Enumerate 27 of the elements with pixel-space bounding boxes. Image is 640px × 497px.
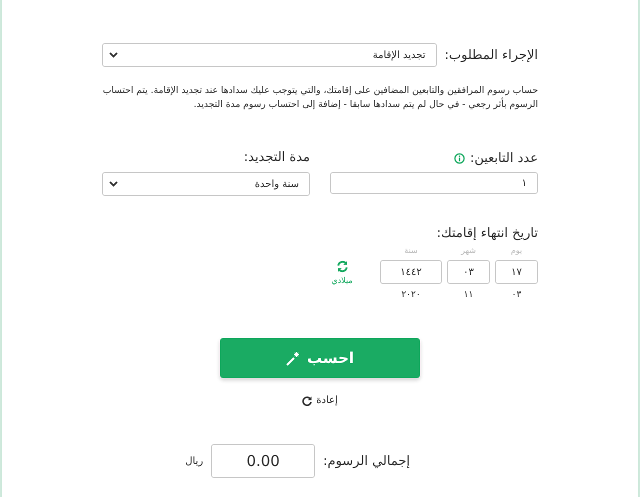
refresh-icon[interactable] <box>336 260 348 273</box>
reset-link[interactable]: إعادة <box>302 395 338 406</box>
date-input[interactable]: ١٧ <box>495 260 538 284</box>
field-label: إجمالي الرسوم: <box>323 454 410 468</box>
field-label: مدة التجديد: <box>242 150 310 166</box>
field-caption: سنة <box>403 246 419 257</box>
select-field[interactable]: تجديد الإقامة <box>102 43 437 67</box>
field-caption: يوم <box>510 246 524 257</box>
total-output[interactable]: 0.00 <box>211 444 316 478</box>
select-field[interactable]: سنة واحدة <box>102 172 310 196</box>
number-input[interactable]: ١ <box>330 172 538 194</box>
field-label: عدد التابعين: <box>470 150 538 166</box>
magic-wand-icon <box>286 350 301 366</box>
chevron-down-icon <box>109 52 118 58</box>
info-icon <box>454 152 465 164</box>
converted-date: ٢٠٢٠ <box>400 290 422 300</box>
chevron-down-icon <box>109 181 118 187</box>
converted-date: ٠٣ <box>510 290 522 300</box>
date-input[interactable]: ٠٣ <box>447 260 490 284</box>
converted-date: ١١ <box>462 290 474 300</box>
field-label: الإجراء المطلوب: <box>444 48 538 62</box>
currency-label: ريال <box>185 456 204 466</box>
field-label: تاريخ انتهاء إقامتك: <box>436 226 538 241</box>
date-input[interactable]: ١٤٤٢ <box>380 260 442 284</box>
description-text: حساب رسوم المرافقين والتابعين المضافين على إقامتك، والتي يتوجب عليك سدادها عند تجديد الإقامة. يتم احتساب الرسوم بأثر رجعي - في حال لم يتم سدادها سابقا - إضافة إلى احتساب رسوم مدة التجديد. <box>102 84 538 112</box>
refresh-icon <box>302 396 312 406</box>
field-caption: شهر <box>460 246 477 257</box>
